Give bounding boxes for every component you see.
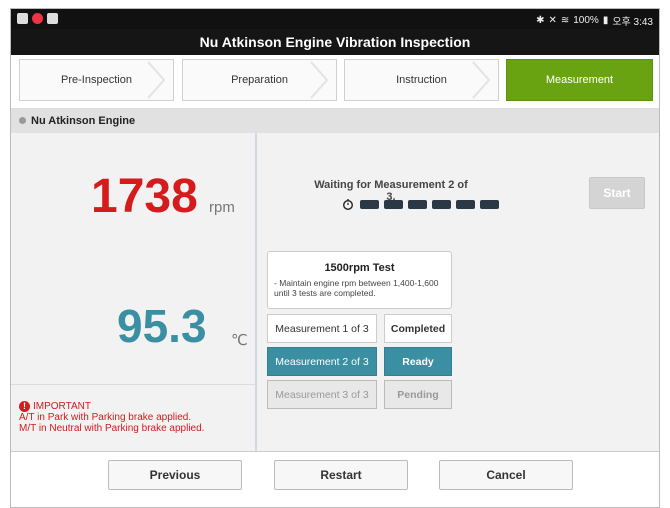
divider [11, 384, 255, 385]
previous-button[interactable]: Previous [108, 460, 242, 490]
test-description: - Maintain engine rpm between 1,400-1,60… [274, 278, 439, 298]
alert-icon: ! [19, 401, 30, 412]
cancel-button[interactable]: Cancel [439, 460, 573, 490]
step-label: Pre-Inspection [61, 74, 132, 86]
important-heading: IMPORTANT [33, 401, 91, 412]
step-label: Measurement [545, 74, 614, 86]
progress-segment [408, 200, 427, 209]
rpm-unit: rpm [209, 199, 235, 216]
progress-segment [456, 200, 475, 209]
bluetooth-icon: ✱ [536, 15, 545, 26]
rpm-value: 1738 [91, 170, 198, 223]
important-line: M/T in Neutral with Parking brake applie… [19, 423, 205, 434]
restart-button[interactable]: Restart [274, 460, 408, 490]
progress-segment [384, 200, 403, 209]
step-measurement[interactable]: Measurement [506, 59, 653, 101]
bullet-icon [19, 117, 26, 124]
test-title: 1500rpm Test [324, 262, 395, 274]
stopwatch-icon [343, 199, 353, 210]
progress-segment [480, 200, 499, 209]
footer-bar: Previous Restart Cancel [11, 451, 659, 507]
step-pre-inspection[interactable]: Pre-Inspection [19, 59, 174, 101]
important-line: A/T in Park with Parking brake applied. [19, 412, 192, 423]
progress-segment [432, 200, 451, 209]
step-label: Preparation [231, 74, 288, 86]
measurement-label[interactable]: Measurement 1 of 3 [267, 314, 377, 343]
battery-icon: ▮ [602, 15, 609, 26]
mute-icon: ✕ [548, 15, 557, 26]
start-button[interactable]: Start [589, 177, 645, 209]
status-bar: ✱ ✕ ≋ 100% ▮ 오후 3:43 [11, 9, 659, 29]
temperature-unit: ℃ [231, 332, 248, 349]
progress-segment [360, 200, 379, 209]
notification-icon [32, 13, 43, 24]
test-info-box: 1500rpm Test - Maintain engine rpm betwe… [267, 251, 452, 309]
wifi-icon: ≋ [560, 15, 570, 26]
measurement-status: Pending [384, 380, 452, 409]
chevron-right-icon [472, 61, 491, 99]
step-bar: Pre-Inspection Preparation Instruction M… [11, 55, 659, 109]
app-window: ✱ ✕ ≋ 100% ▮ 오후 3:43 Nu Atkinson Engine … [10, 8, 660, 508]
panel-divider [255, 133, 257, 451]
battery-percent: 100% [573, 15, 599, 26]
calendar-icon [47, 13, 58, 24]
page-title: Nu Atkinson Engine Vibration Inspection [11, 29, 659, 55]
clock: 오후 3:43 [612, 17, 653, 28]
temperature-value: 95.3 [117, 300, 207, 352]
section-label: Nu Atkinson Engine [31, 115, 136, 127]
chevron-right-icon [147, 61, 166, 99]
important-notice: ! IMPORTANT A/T in Park with Parking bra… [19, 401, 204, 434]
step-preparation[interactable]: Preparation [182, 59, 337, 101]
measurement-label[interactable]: Measurement 2 of 3 [267, 347, 377, 376]
chevron-right-icon [310, 61, 329, 99]
step-label: Instruction [396, 74, 447, 86]
gallery-icon [17, 13, 28, 24]
measurement-status: Completed [384, 314, 452, 343]
section-header: Nu Atkinson Engine [11, 109, 659, 133]
measurement-label[interactable]: Measurement 3 of 3 [267, 380, 377, 409]
step-instruction[interactable]: Instruction [344, 59, 499, 101]
measurement-status: Ready [384, 347, 452, 376]
